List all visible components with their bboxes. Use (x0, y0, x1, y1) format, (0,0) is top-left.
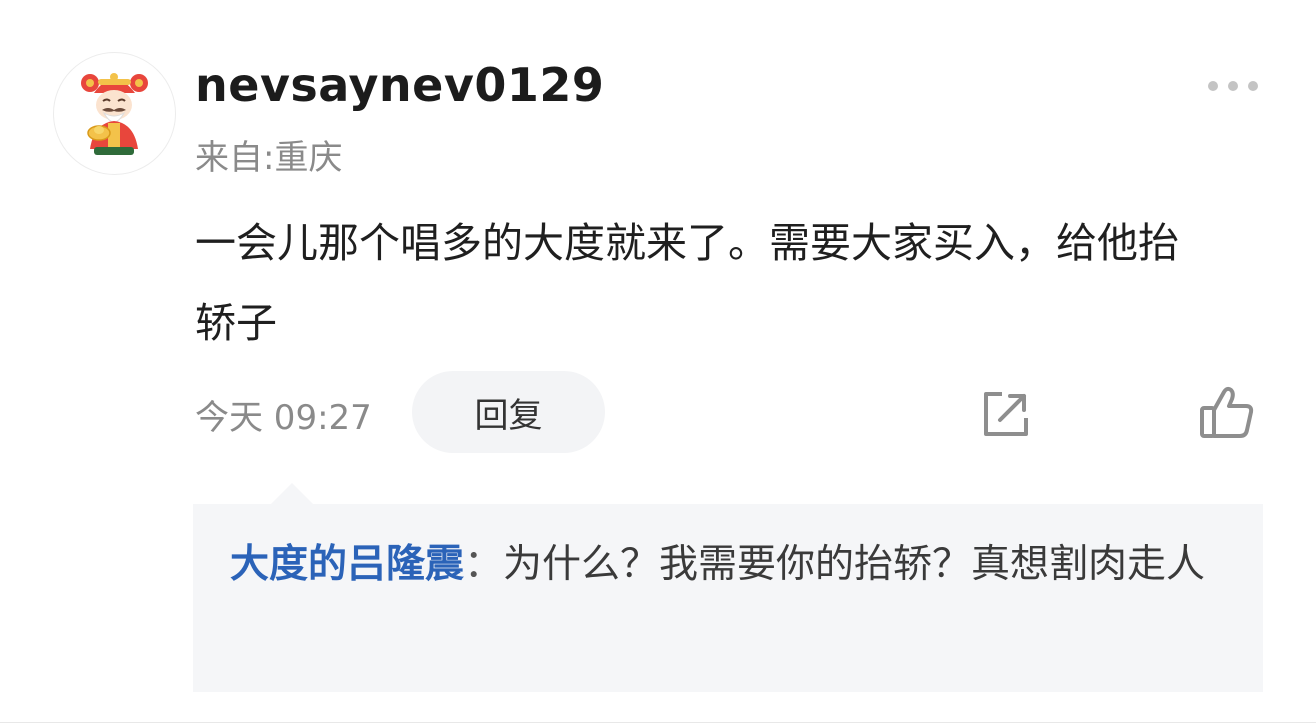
reply-box-pointer (270, 483, 314, 505)
share-button[interactable] (978, 386, 1034, 442)
like-button[interactable] (1196, 384, 1258, 442)
reply-separator: ： (464, 542, 504, 587)
reply-button[interactable]: 回复 (412, 371, 605, 453)
divider (0, 722, 1316, 723)
reply-author-link[interactable]: 大度的吕隆震 (230, 542, 464, 587)
avatar[interactable] (53, 52, 176, 175)
more-dots-icon (1208, 81, 1258, 91)
reply-preview[interactable]: 大度的吕隆震：为什么？我需要你的抬轿？真想割肉走人 (193, 504, 1263, 692)
timestamp: 今天 09:27 (195, 398, 372, 438)
comment-text: 一会儿那个唱多的大度就来了。需要大家买入，给他抬轿子 (195, 219, 1179, 347)
reply-text: 为什么？我需要你的抬轿？真想割肉走人 (503, 542, 1206, 587)
username[interactable]: nevsaynev0129 (195, 58, 604, 112)
more-options-button[interactable] (1204, 72, 1262, 100)
god-of-wealth-avatar-icon (81, 73, 148, 155)
share-icon (984, 392, 1028, 436)
location-label: 来自:重庆 (195, 138, 343, 178)
reply-content: 大度的吕隆震：为什么？我需要你的抬轿？真想割肉走人 (230, 526, 1230, 604)
thumbs-up-icon (1200, 386, 1254, 438)
